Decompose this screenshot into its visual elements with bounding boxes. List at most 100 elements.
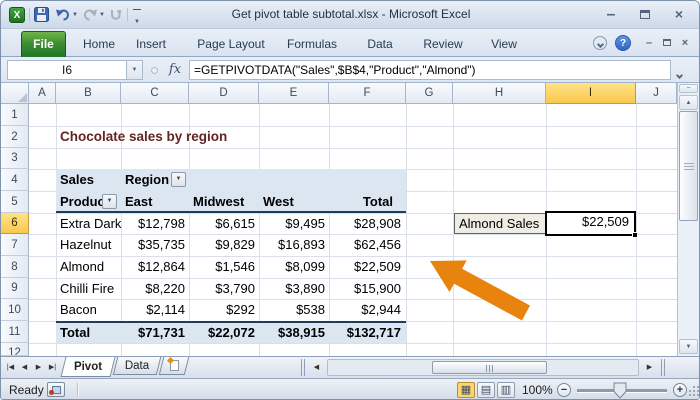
pivot-header-total[interactable]: Total <box>329 191 393 213</box>
name-box-dropdown-icon[interactable]: ▼ <box>127 60 143 80</box>
workbook-minimize-button[interactable]: – <box>641 37 657 51</box>
column-header-h[interactable]: H <box>453 83 546 104</box>
split-handle[interactable]: − <box>679 84 698 93</box>
product-filter-dropdown-icon[interactable]: ▼ <box>102 194 117 209</box>
row-header-11[interactable]: 11 <box>1 321 29 343</box>
resize-grip[interactable] <box>689 394 691 396</box>
row-header-1[interactable]: 1 <box>1 104 29 126</box>
formula-input[interactable]: =GETPIVOTDATA("Sales",$B$4,"Product","Al… <box>189 60 671 80</box>
pivot-cell[interactable]: $12,798 <box>121 213 185 234</box>
tab-review[interactable]: Review <box>419 36 467 52</box>
callout-label-cell[interactable]: Almond Sales <box>454 213 546 234</box>
pivot-cell[interactable]: Chilli Fire <box>60 278 114 299</box>
zoom-slider-thumb[interactable] <box>613 382 627 400</box>
column-header-b[interactable]: B <box>56 83 121 104</box>
vertical-scroll-thumb[interactable] <box>679 111 698 221</box>
column-header-g[interactable]: G <box>406 83 453 104</box>
hscroll-right-icon[interactable]: ▶ <box>643 361 656 375</box>
select-all-button[interactable] <box>1 83 29 104</box>
scroll-down-icon[interactable]: ▼ <box>679 339 698 354</box>
row-header-2[interactable]: 2 <box>1 126 29 148</box>
sheet-tab-pivot[interactable]: Pivot <box>61 357 116 377</box>
pivot-cell[interactable]: Hazelnut <box>60 234 111 256</box>
pivot-total-cell[interactable]: $38,915 <box>259 322 325 343</box>
help-icon[interactable]: ? <box>615 35 631 51</box>
row-header-9[interactable]: 9 <box>1 278 29 299</box>
pivot-cell[interactable]: $2,114 <box>121 299 185 321</box>
pivot-cell[interactable]: Extra Dark <box>60 213 121 234</box>
row-header-10[interactable]: 10 <box>1 299 29 321</box>
pivot-cell[interactable]: $8,099 <box>259 256 325 278</box>
column-header-f[interactable]: F <box>329 83 406 104</box>
next-sheet-icon[interactable]: ▶ <box>32 361 45 375</box>
pivot-sales-field[interactable]: Sales <box>60 169 94 191</box>
row-header-7[interactable]: 7 <box>1 234 29 256</box>
zoom-out-button[interactable]: − <box>557 383 571 397</box>
workbook-restore-button[interactable] <box>659 37 675 51</box>
pivot-total-cell[interactable]: $132,717 <box>329 322 401 343</box>
pivot-cell[interactable]: $9,495 <box>259 213 325 234</box>
column-header-c[interactable]: C <box>121 83 189 104</box>
tab-insert[interactable]: Insert <box>129 36 173 52</box>
pivot-cell[interactable]: $292 <box>189 299 255 321</box>
pivot-cell[interactable]: $22,509 <box>329 256 401 278</box>
hscroll-left-icon[interactable]: ◀ <box>310 361 323 375</box>
tab-home[interactable]: Home <box>79 36 119 52</box>
pivot-total-label[interactable]: Total <box>60 322 90 343</box>
name-box[interactable]: I6 <box>7 60 127 80</box>
tab-page-layout[interactable]: Page Layout <box>193 36 269 52</box>
scrollbar-split-handle[interactable] <box>661 359 665 376</box>
pivot-cell[interactable]: $3,790 <box>189 278 255 299</box>
workbook-close-button[interactable]: × <box>677 37 693 51</box>
pivot-cell[interactable]: $35,735 <box>121 234 185 256</box>
pivot-cell[interactable]: Bacon <box>60 299 97 321</box>
minimize-button[interactable]: – <box>599 6 623 24</box>
row-header-6-selected[interactable]: 6 <box>1 213 29 234</box>
tab-view[interactable]: View <box>485 36 523 52</box>
view-normal-button[interactable]: ▦ <box>457 382 475 398</box>
active-cell-i6[interactable]: $22,509 <box>545 211 636 236</box>
column-header-j[interactable]: J <box>636 83 677 104</box>
zoom-level[interactable]: 100% <box>522 383 553 397</box>
pivot-cell[interactable]: $6,615 <box>189 213 255 234</box>
pivot-cell[interactable]: $16,893 <box>259 234 325 256</box>
tab-data[interactable]: Data <box>361 36 399 52</box>
pivot-cell[interactable]: $62,456 <box>329 234 401 256</box>
pivot-cell[interactable]: $9,829 <box>189 234 255 256</box>
scroll-up-icon[interactable]: ▲ <box>679 95 698 110</box>
vertical-scrollbar[interactable]: − ▲ ▼ <box>677 83 699 356</box>
pivot-header-west[interactable]: West <box>263 191 294 213</box>
column-header-i-selected[interactable]: I <box>546 83 636 104</box>
insert-function-button[interactable]: fx <box>164 60 186 80</box>
previous-sheet-icon[interactable]: ◀ <box>18 361 31 375</box>
column-header-d[interactable]: D <box>189 83 259 104</box>
pivot-cell[interactable]: $1,546 <box>189 256 255 278</box>
row-header-12[interactable]: 12 <box>1 343 29 356</box>
row-header-3[interactable]: 3 <box>1 148 29 169</box>
row-header-4[interactable]: 4 <box>1 169 29 191</box>
pivot-header-east[interactable]: East <box>125 191 152 213</box>
column-header-a[interactable]: A <box>29 83 56 104</box>
pivot-total-cell[interactable]: $22,072 <box>189 322 255 343</box>
pivot-cell[interactable]: $8,220 <box>121 278 185 299</box>
pivot-cell[interactable]: $2,944 <box>329 299 401 321</box>
expand-formula-bar-icon[interactable] <box>677 65 682 83</box>
macro-record-button[interactable] <box>47 382 65 397</box>
pivot-cell[interactable]: $28,908 <box>329 213 401 234</box>
fill-handle[interactable] <box>632 232 638 238</box>
pivot-header-midwest[interactable]: Midwest <box>193 191 244 213</box>
first-sheet-icon[interactable]: |◀ <box>4 361 17 375</box>
worksheet-title-cell[interactable]: Chocolate sales by region <box>60 126 227 148</box>
sheet-tab-data[interactable]: Data <box>113 357 161 375</box>
restore-button[interactable] <box>633 6 657 24</box>
zoom-in-button[interactable]: + <box>673 383 687 397</box>
last-sheet-icon[interactable]: ▶| <box>46 361 59 375</box>
pivot-region-field[interactable]: Region <box>125 169 169 191</box>
pivot-cell[interactable]: Almond <box>60 256 104 278</box>
pivot-cell[interactable]: $3,890 <box>259 278 325 299</box>
column-header-e[interactable]: E <box>259 83 329 104</box>
pivot-cell[interactable]: $538 <box>259 299 325 321</box>
tab-formulas[interactable]: Formulas <box>281 36 343 52</box>
view-page-break-button[interactable]: ▥ <box>497 382 515 398</box>
horizontal-scroll-thumb[interactable] <box>432 361 547 374</box>
